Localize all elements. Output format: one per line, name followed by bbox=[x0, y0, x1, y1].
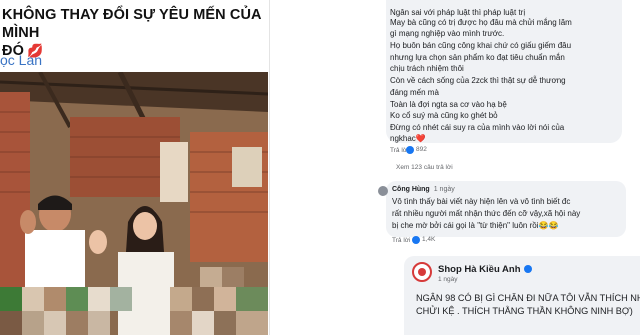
comment2-time: 1 ngày bbox=[433, 186, 455, 193]
comment1-line: Họ buôn bán cũng công khai chứ có giấu g… bbox=[390, 41, 572, 50]
comment1-line-last: ngkhac❤️ bbox=[390, 133, 426, 145]
comment2-author[interactable]: Công Hùng 1 ngày bbox=[392, 184, 455, 196]
comment1-line: Toàn là đợi ngta sa cơ vào hạ bệ bbox=[390, 100, 507, 109]
comment1-line: gì mạng nghiệp vào mình trước. bbox=[390, 29, 505, 38]
post-author-link[interactable]: ọc Lan bbox=[0, 52, 42, 68]
post-photo[interactable] bbox=[0, 72, 268, 335]
comment1-line: Ko cổ suý mà cũng ko ghét bỏ bbox=[390, 111, 498, 120]
comment1-line: chịu trách nhiệm thôi bbox=[390, 64, 464, 73]
post-title-line1: KHÔNG THAY ĐỔI SỰ YÊU MẾN CỦA MÌNH bbox=[2, 7, 262, 41]
post-photo-illustration bbox=[0, 72, 268, 335]
comment1-line: Đừng có nhét cái suy ra của mình vào lời… bbox=[390, 123, 565, 132]
heart-icon: ❤️ bbox=[415, 134, 426, 143]
post-panel: KHÔNG THAY ĐỔI SỰ YÊU MẾN CỦA MÌNH ĐÓ 💋 ọ… bbox=[0, 0, 270, 335]
comment2-reply-link[interactable]: Trả lời bbox=[392, 237, 410, 244]
like-icon bbox=[406, 145, 414, 154]
comment2-line: rất nhiều người mất nhận thức đến cỡ vậy… bbox=[392, 209, 581, 218]
comment2-reactions[interactable]: 1,4K bbox=[412, 234, 435, 246]
comment2-line: Vô tình thấy bài viết này hiện lên và vô… bbox=[392, 197, 571, 206]
comment1-line: May bà cũng có trị được họ đâu mà chửi m… bbox=[390, 18, 572, 27]
avatar[interactable] bbox=[378, 186, 388, 196]
comment2-author-name: Công Hùng bbox=[392, 186, 430, 193]
comment1-line: đáng mến mà bbox=[390, 88, 439, 97]
reply-card bbox=[404, 256, 640, 335]
comment2-line: bị che mờ bởi cái gọi là "từ thiện" luôn… bbox=[392, 221, 559, 230]
like-icon bbox=[412, 235, 420, 244]
comment1-last-text: ngkhac bbox=[390, 134, 416, 143]
comment1-line: Còn về cách sống của 2zck thì thật sự dễ… bbox=[390, 76, 566, 85]
comment1-reactions[interactable]: 892 bbox=[406, 144, 427, 156]
comment2-reaction-count: 1,4K bbox=[422, 236, 436, 243]
comment1-line: nhưng lựa chọn sản phẩm ko đạt tiêu chuẩ… bbox=[390, 53, 565, 62]
comment1-reaction-count: 892 bbox=[416, 146, 427, 153]
comments-panel: Ngân sai với pháp luật thì pháp luật trị… bbox=[372, 0, 640, 335]
view-replies-link[interactable]: Xem 123 câu trả lời bbox=[396, 162, 453, 174]
